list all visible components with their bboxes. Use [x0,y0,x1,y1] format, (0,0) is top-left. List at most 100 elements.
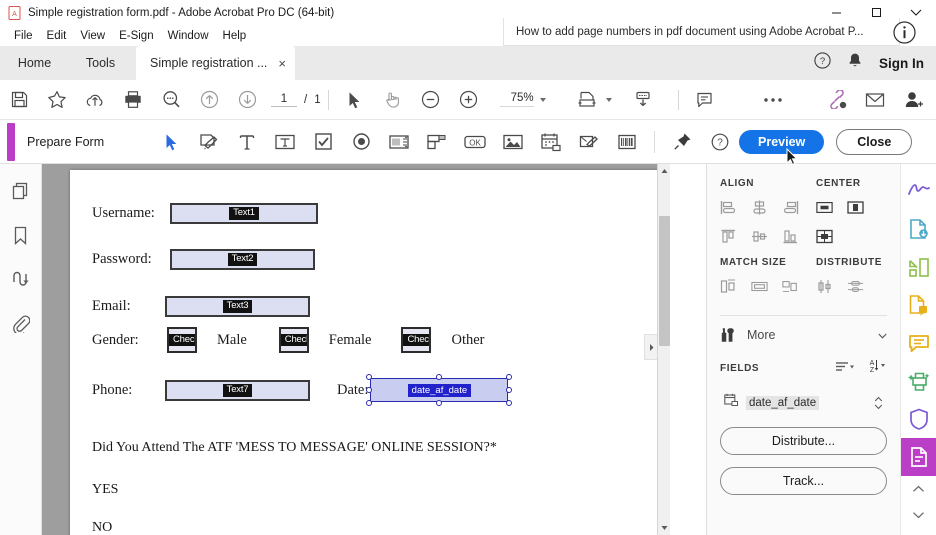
align-middle-vertical-icon[interactable] [751,228,768,245]
add-image-field-tool[interactable] [494,120,532,164]
tools-rail-scroll-down[interactable] [901,502,936,528]
select-tool-button[interactable] [336,80,374,120]
align-left-icon[interactable] [720,199,737,216]
center-horizontally-icon[interactable] [816,199,833,216]
preview-button[interactable]: Preview [739,129,825,165]
distribute-horizontally-icon[interactable] [847,278,864,295]
next-page-button[interactable] [228,80,266,120]
add-checkbox-tool[interactable] [304,120,342,164]
zoom-in-button[interactable] [450,80,488,120]
print-button[interactable] [114,80,152,120]
match-height-icon[interactable] [751,278,768,295]
track-form-button[interactable]: Track... [720,467,887,495]
add-digital-signature-tool[interactable] [570,120,608,164]
date-field-selected[interactable]: date_af_date [366,374,513,406]
chevron-down-icon[interactable] [605,97,612,102]
chevron-down-icon[interactable] [878,326,887,344]
resize-handle-bottom-center[interactable] [436,400,443,406]
more-tools-row[interactable]: More [720,326,887,344]
sort-list-icon[interactable] [835,359,854,377]
add-button-tool[interactable]: OK [456,120,494,164]
add-radio-button-tool[interactable] [342,120,380,164]
scroll-up-button[interactable] [658,164,670,178]
edit-pdf-tool[interactable] [901,286,936,324]
attachments-button[interactable] [8,310,34,336]
add-person-button[interactable] [894,80,932,120]
scrollbar-thumb[interactable] [659,216,670,346]
collapse-right-panel-button[interactable] [644,334,657,360]
center-both-icon[interactable] [816,228,833,245]
align-top-icon[interactable] [720,228,737,245]
export-pdf-tool[interactable] [901,210,936,248]
resize-handle-bottom-right[interactable] [506,400,513,406]
email-field[interactable]: Text3 [165,296,310,317]
menu-window[interactable]: Window [161,28,216,44]
tab-home[interactable]: Home [0,46,69,80]
document-viewport[interactable]: Username: Text1 Password: Text2 Email: T… [42,164,670,535]
chevron-down-icon[interactable] [539,97,546,102]
comment-button[interactable] [686,80,724,120]
field-list-item[interactable]: date_af_date [720,390,887,415]
sign-in-button[interactable]: Sign In [879,56,924,71]
add-to-favorites-button[interactable] [38,80,76,120]
pin-toolbar-button[interactable] [663,120,701,164]
add-dropdown-tool[interactable] [418,120,456,164]
add-list-box-tool[interactable] [380,120,418,164]
resize-handle-bottom-left[interactable] [366,400,373,406]
email-button[interactable] [856,80,894,120]
field-order-stepper[interactable] [874,396,883,410]
add-signature-field-tool[interactable] [190,120,228,164]
gender-other-checkbox[interactable]: Check [401,327,432,353]
close-prepare-form-button[interactable]: Close [836,128,913,155]
fill-and-sign-tool[interactable] [901,172,936,210]
username-field[interactable]: Text1 [170,203,318,224]
menu-view[interactable]: View [73,28,112,44]
add-text-field-tool[interactable] [266,120,304,164]
sort-alpha-icon[interactable]: AZ [867,358,887,378]
enhance-scans-tool[interactable] [901,362,936,400]
bookmarks-button[interactable] [8,222,34,248]
add-text-tool[interactable] [228,120,266,164]
more-tools-button[interactable] [754,80,792,120]
menu-edit[interactable]: Edit [40,28,74,44]
tab-tools[interactable]: Tools [69,46,132,80]
select-object-tool[interactable] [152,120,190,164]
comment-tool[interactable] [901,324,936,362]
bell-icon[interactable] [847,52,863,74]
center-vertically-icon[interactable] [847,199,864,216]
scroll-down-button[interactable] [658,521,670,535]
scroll-mode-button[interactable] [624,80,662,120]
match-both-icon[interactable] [782,278,799,295]
prepare-form-help-button[interactable]: ? [701,120,739,164]
prepare-form-tool[interactable] [900,438,936,476]
browser-title-overlay[interactable]: How to add page numbers in pdf document … [503,18,900,46]
close-icon[interactable]: × [278,57,286,70]
menu-help[interactable]: Help [216,28,254,44]
gender-female-checkbox[interactable]: Check [278,327,309,353]
save-file-button[interactable] [0,80,38,120]
find-button[interactable] [152,80,190,120]
tools-rail-scroll-up[interactable] [901,476,936,502]
resize-handle-top-right[interactable] [506,374,513,380]
zoom-level-value[interactable]: 75% [499,92,534,107]
distribute-vertically-icon[interactable] [816,278,833,295]
pdf-page[interactable]: Username: Text1 Password: Text2 Email: T… [70,170,658,535]
phone-field[interactable]: Text7 [165,380,310,401]
match-width-icon[interactable] [720,278,737,295]
current-page-input[interactable]: 1 [271,93,297,107]
share-link-button[interactable] [818,80,856,120]
tab-document[interactable]: Simple registration ... × [136,46,296,80]
help-circle-icon[interactable]: ? [814,52,831,74]
distribute-form-button[interactable]: Distribute... [720,427,887,455]
page-thumbnails-button[interactable] [8,178,34,204]
align-right-icon[interactable] [782,199,799,216]
password-field[interactable]: Text2 [170,249,315,270]
align-center-horizontal-icon[interactable] [751,199,768,216]
gender-male-checkbox[interactable]: Check [167,327,197,353]
hand-tool-button[interactable] [374,80,412,120]
fit-page-button[interactable] [568,80,606,120]
zoom-out-button[interactable] [412,80,450,120]
resize-handle-middle-right[interactable] [506,387,513,393]
add-barcode-tool[interactable] [608,120,646,164]
add-date-field-tool[interactable] [532,120,570,164]
